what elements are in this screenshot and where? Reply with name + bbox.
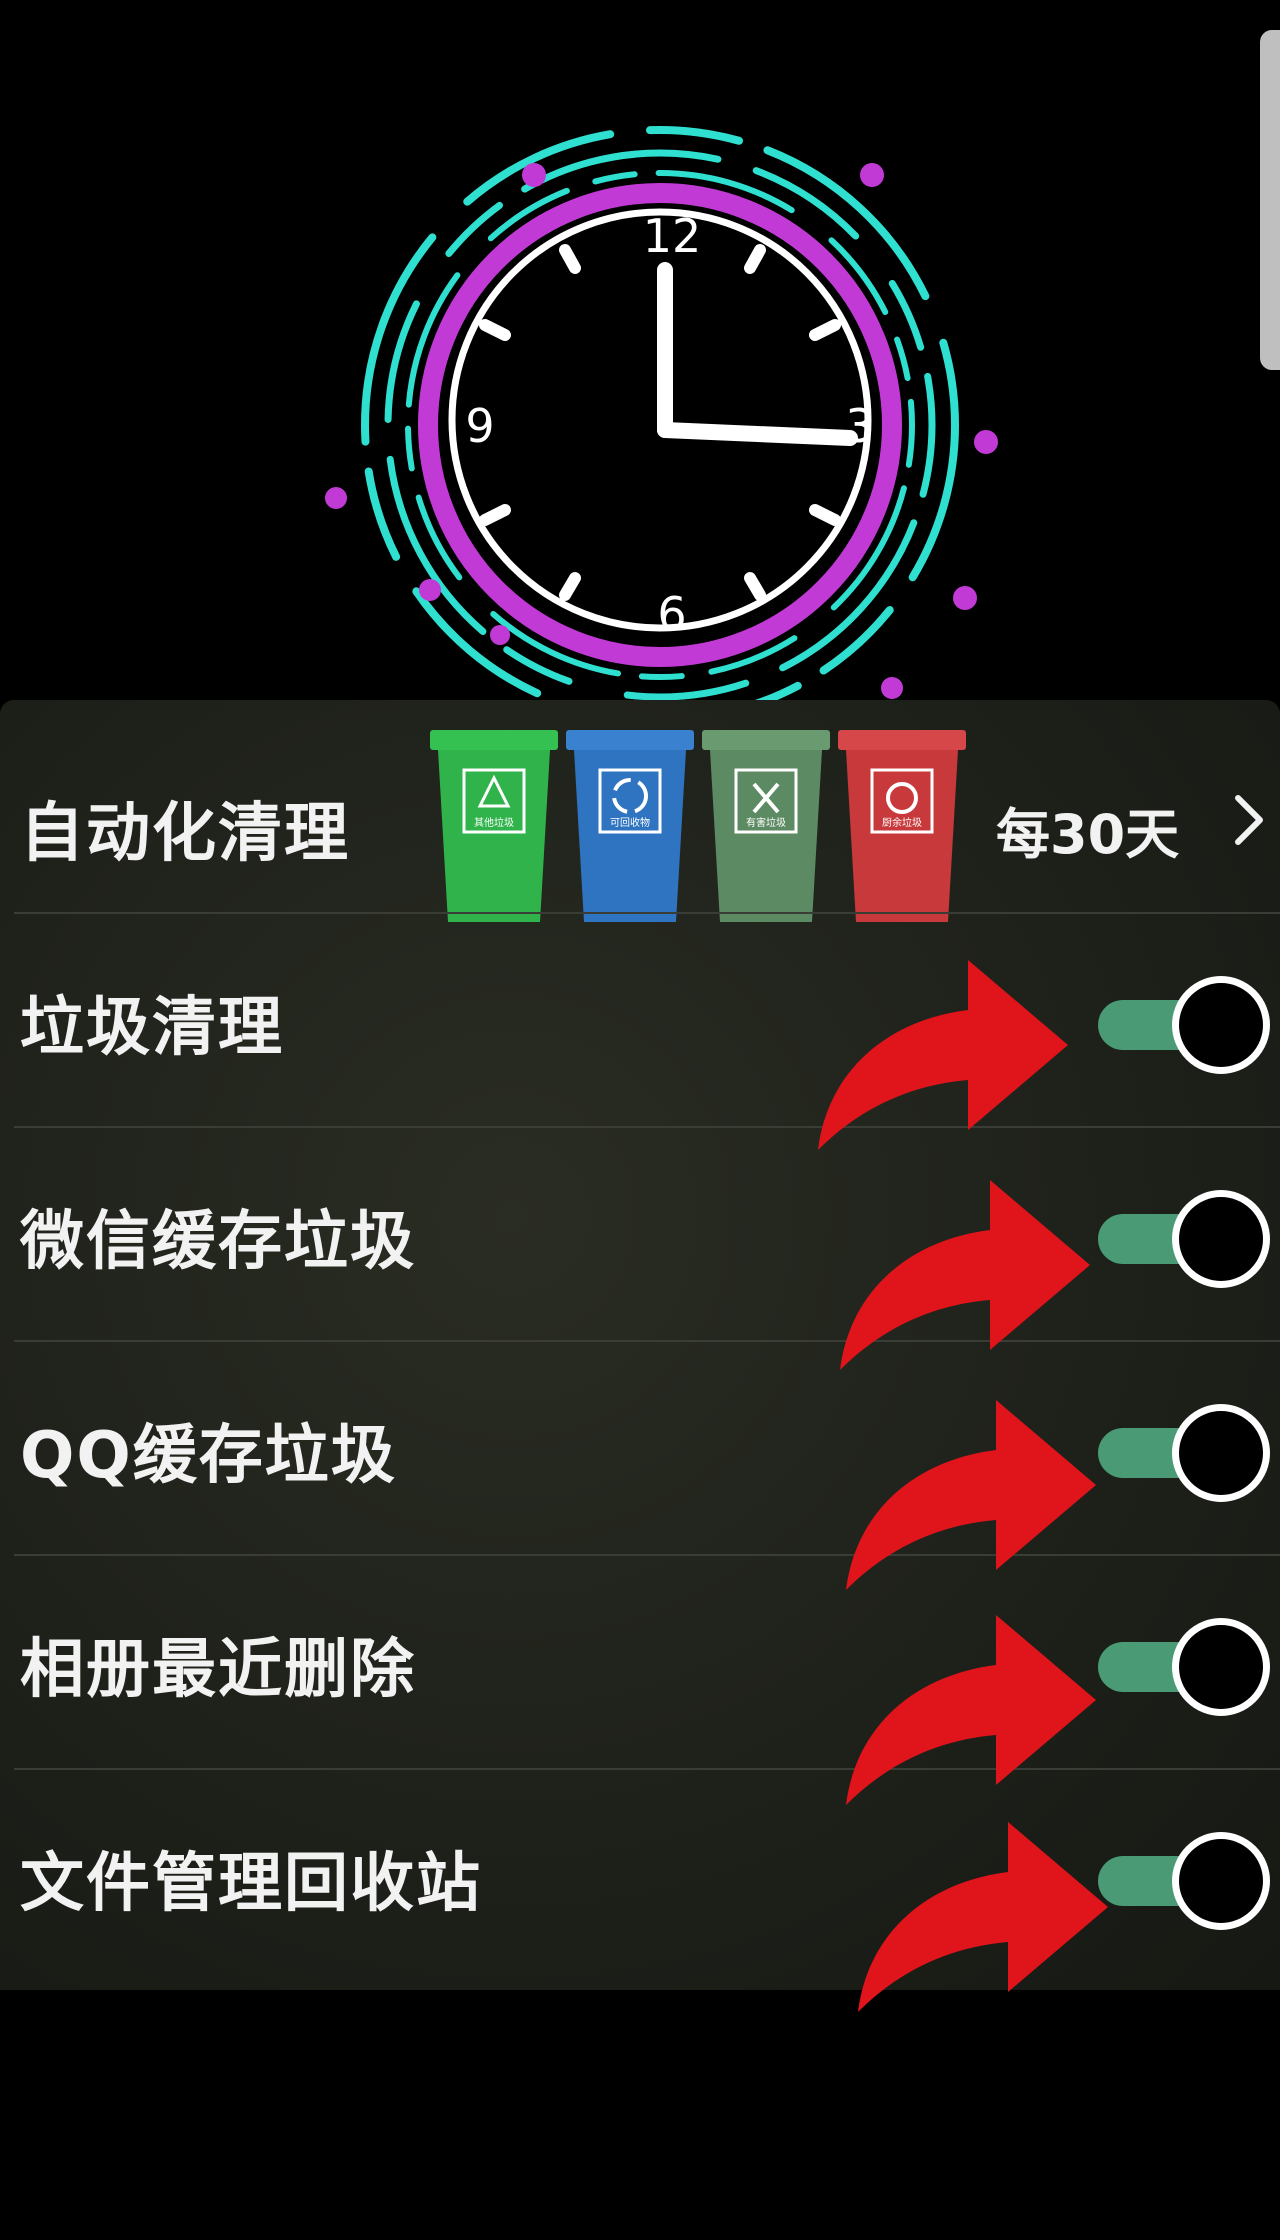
setting-label-recycle-bin: 文件管理回收站: [20, 1847, 482, 1921]
setting-label-album: 相册最近删除: [20, 1633, 416, 1707]
setting-row-qq[interactable]: QQ缓存垃圾: [0, 1342, 1280, 1556]
trash-bins-illustration: 其他垃圾 可回收物 有害垃圾 厨余垃圾: [428, 726, 968, 926]
edge-scroll-handle[interactable]: [1260, 30, 1280, 370]
setting-row-wechat[interactable]: 微信缓存垃圾: [0, 1128, 1280, 1342]
bin-hazardous: 有害垃圾: [702, 730, 830, 922]
toggle-knob: [1172, 1190, 1270, 1288]
cleanup-interval-value[interactable]: 每30天: [996, 790, 1179, 869]
toggle-knob: [1172, 1404, 1270, 1502]
setting-label-wechat: 微信缓存垃圾: [20, 1205, 416, 1279]
numeral-6: 6: [657, 587, 686, 641]
toggle-album[interactable]: [1098, 1618, 1270, 1716]
svg-text:可回收物: 可回收物: [610, 816, 650, 829]
toggle-knob: [1172, 976, 1270, 1074]
screen: 12 3 6 9 自动化清理 其他垃圾 可回收物 有害垃圾 厨余垃圾 每30天 …: [0, 0, 1280, 2240]
toggle-knob: [1172, 1832, 1270, 1930]
bin-recyclable: 可回收物: [566, 730, 694, 922]
numeral-9: 9: [465, 399, 494, 453]
svg-text:厨余垃圾: 厨余垃圾: [882, 816, 922, 829]
numeral-12: 12: [643, 209, 702, 263]
toggle-wechat[interactable]: [1098, 1190, 1270, 1288]
svg-text:有害垃圾: 有害垃圾: [746, 816, 786, 829]
toggle-qq[interactable]: [1098, 1404, 1270, 1502]
chevron-right-icon[interactable]: [1230, 792, 1270, 848]
trash-bins-svg: 其他垃圾 可回收物 有害垃圾 厨余垃圾: [430, 730, 966, 922]
setting-label-qq: QQ缓存垃圾: [20, 1419, 397, 1493]
setting-row-junk[interactable]: 垃圾清理: [0, 914, 1280, 1128]
bin-food: 厨余垃圾: [838, 730, 966, 922]
cleanup-settings-panel: 自动化清理 其他垃圾 可回收物 有害垃圾 厨余垃圾 每30天 垃圾清理 微信缓存…: [0, 700, 1280, 1990]
setting-label-junk: 垃圾清理: [20, 991, 284, 1065]
minute-hand: [657, 422, 858, 446]
toggle-recycle-bin[interactable]: [1098, 1832, 1270, 1930]
svg-text:其他垃圾: 其他垃圾: [474, 816, 514, 829]
clock-illustration: 12 3 6 9: [320, 90, 1020, 730]
toggle-junk[interactable]: [1098, 976, 1270, 1074]
auto-cleanup-row[interactable]: 自动化清理 其他垃圾 可回收物 有害垃圾 厨余垃圾 每30天: [0, 700, 1280, 922]
setting-row-album[interactable]: 相册最近删除: [0, 1556, 1280, 1770]
bin-other: 其他垃圾: [430, 730, 558, 922]
auto-cleanup-label: 自动化清理: [20, 797, 350, 871]
toggle-knob: [1172, 1618, 1270, 1716]
clock-svg: 12 3 6 9: [325, 126, 998, 724]
setting-row-recycle-bin[interactable]: 文件管理回收站: [0, 1770, 1280, 1984]
